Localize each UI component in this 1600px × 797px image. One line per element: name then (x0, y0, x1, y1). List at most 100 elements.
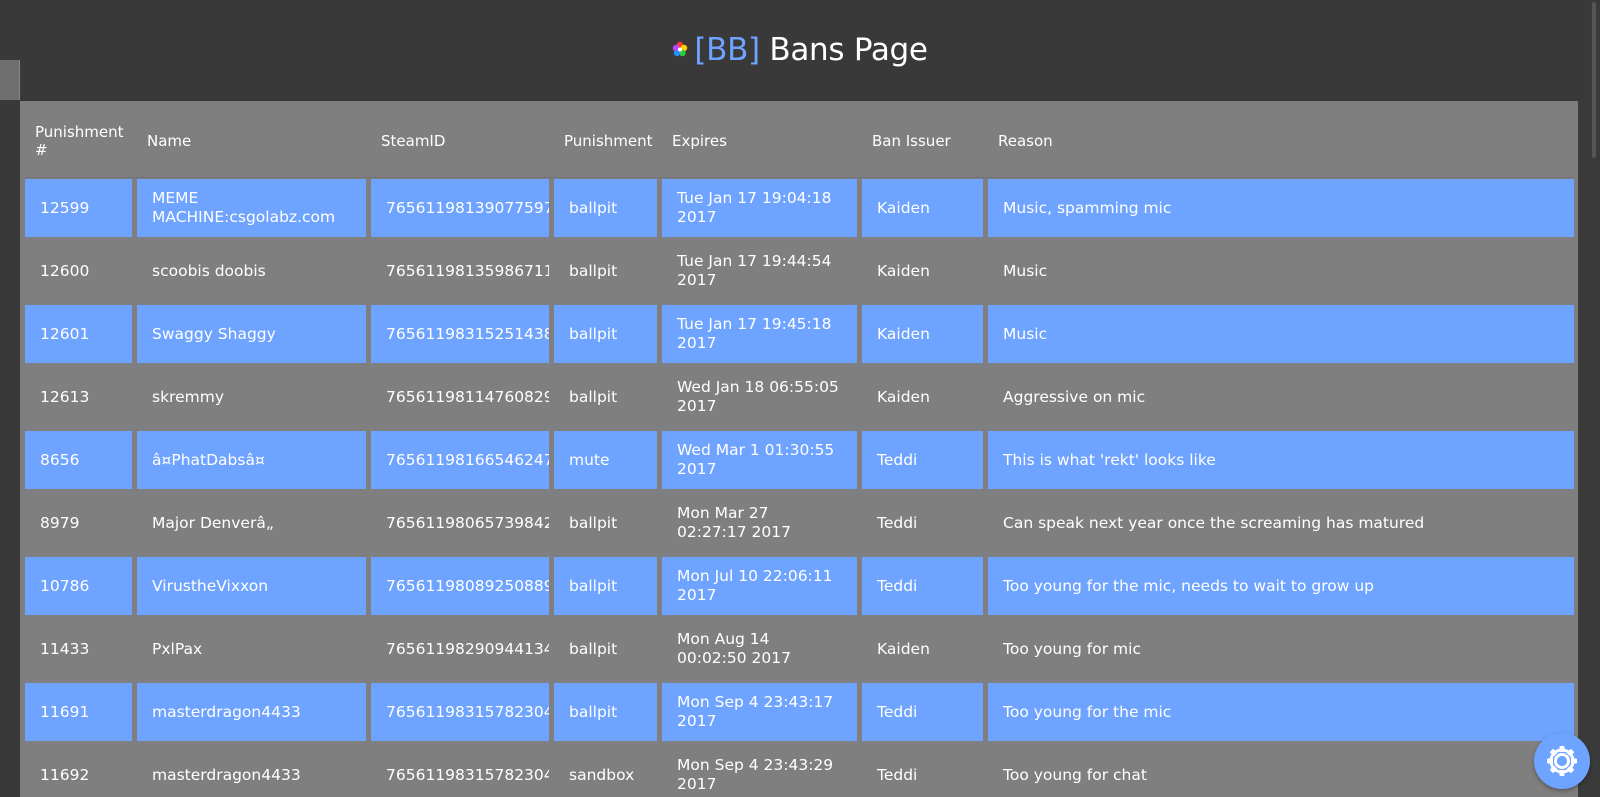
table-row[interactable]: 12601 Swaggy Shaggy 76561198315251438 ba… (25, 305, 1574, 363)
table-row[interactable]: 11692 masterdragon4433 76561198315782304… (25, 746, 1574, 797)
cell-punishment: ballpit (554, 179, 657, 237)
cell-punishment: ballpit (569, 387, 618, 406)
cell-expires: Tue Jan 17 19:45:18 2017 (662, 305, 857, 363)
cell-steamid: 76561198166546247 (371, 431, 549, 489)
panel-edge (1578, 101, 1588, 797)
cell-name: scoobis doobis (152, 261, 266, 280)
cell-expires: Mon Sep 4 23:43:17 2017 (662, 683, 857, 741)
cell-steamid: 76561198290944134 (386, 639, 549, 658)
cell-punishment: ballpit (554, 305, 657, 363)
cell-steamid: 76561198315782304 (386, 765, 549, 784)
cell-name: masterdragon4433 (152, 765, 301, 784)
table-row[interactable]: 12600 scoobis doobis 76561198135986711 b… (25, 242, 1574, 300)
cell-reason: Music, spamming mic (988, 179, 1574, 237)
colorful-logo-icon (673, 41, 688, 56)
cell-steamid: 76561198065739842 (386, 513, 549, 532)
cell-reason: Too young for the mic, needs to wait to … (988, 557, 1574, 615)
cell-punishment: ballpit (569, 639, 618, 658)
column-header-steamid[interactable]: SteamID (371, 106, 549, 174)
cell-expires: Mon Jul 10 22:06:11 2017 (662, 557, 857, 615)
cell-punishment-number: 10786 (25, 557, 132, 615)
title-text: Bans Page (759, 32, 928, 68)
table-row[interactable]: 8656 â¤PhatDabsâ¤ 76561198166546247 mute… (25, 431, 1574, 489)
bans-table: Punishment # Name SteamID Punishment Exp… (20, 101, 1578, 797)
cell-name: skremmy (152, 387, 224, 406)
cell-reason: Too young for chat (1003, 765, 1147, 784)
cell-punishment-number: 11692 (40, 765, 90, 784)
cell-punishment-number: 12600 (40, 261, 90, 280)
title-tag: [BB] (694, 32, 760, 68)
column-header-punishment[interactable]: Punishment (554, 106, 657, 174)
cell-steamid: 76561198135986711 (386, 261, 549, 280)
cell-name: masterdragon4433 (137, 683, 366, 741)
page-header: [BB] Bans Page (0, 0, 1600, 100)
cell-ban-issuer: Kaiden (877, 387, 930, 406)
cell-punishment: ballpit (554, 557, 657, 615)
scrollbar-thumb[interactable] (1592, 2, 1596, 158)
cell-punishment: ballpit (554, 683, 657, 741)
cell-steamid: 76561198315782304 (371, 683, 549, 741)
column-header-name[interactable]: Name (137, 106, 366, 174)
cell-name: PxlPax (152, 639, 203, 658)
column-header-reason[interactable]: Reason (988, 106, 1574, 174)
cell-expires: Wed Jan 18 06:55:05 2017 (677, 378, 839, 415)
cell-punishment-number: 12613 (40, 387, 90, 406)
cell-expires: Tue Jan 17 19:04:18 2017 (662, 179, 857, 237)
cell-ban-issuer: Teddi (877, 513, 918, 532)
cell-punishment-number: 8979 (40, 513, 80, 532)
bans-table-panel: Punishment # Name SteamID Punishment Exp… (20, 101, 1578, 797)
cell-punishment: ballpit (569, 261, 618, 280)
cell-name: MEME MACHINE:csgolabz.com (137, 179, 366, 237)
table-row[interactable]: 11691 masterdragon4433 76561198315782304… (25, 683, 1574, 741)
table-row[interactable]: 12613 skremmy 76561198114760829 ballpit … (25, 368, 1574, 426)
settings-button[interactable] (1534, 733, 1590, 789)
cell-ban-issuer: Teddi (862, 683, 983, 741)
cell-reason: Music (988, 305, 1574, 363)
cell-steamid: 76561198089250889 (371, 557, 549, 615)
cell-punishment-number: 12601 (25, 305, 132, 363)
table-row[interactable]: 8979 Major Denverâ„ 76561198065739842 ba… (25, 494, 1574, 552)
cell-ban-issuer: Teddi (877, 765, 918, 784)
cell-ban-issuer: Kaiden (862, 179, 983, 237)
cell-ban-issuer: Kaiden (877, 639, 930, 658)
cell-expires: Mon Mar 27 02:27:17 2017 (677, 504, 791, 541)
table-row[interactable]: 10786 VirustheVixxon 76561198089250889 b… (25, 557, 1574, 615)
cell-ban-issuer: Teddi (862, 557, 983, 615)
table-row[interactable]: 11433 PxlPax 76561198290944134 ballpit M… (25, 620, 1574, 678)
bans-page: [BB] Bans Page Punishment # Name SteamID (0, 0, 1600, 797)
cell-punishment-number: 11433 (40, 639, 90, 658)
page-scrollbar[interactable] (1590, 0, 1598, 797)
cell-reason: This is what 'rekt' looks like (988, 431, 1574, 489)
table-row[interactable]: 12599 MEME MACHINE:csgolabz.com 76561198… (25, 179, 1574, 237)
cell-name: Swaggy Shaggy (137, 305, 366, 363)
cell-ban-issuer: Teddi (862, 431, 983, 489)
cell-reason: Can speak next year once the screaming h… (1003, 513, 1425, 532)
cell-expires: Tue Jan 17 19:44:54 2017 (677, 252, 832, 289)
cell-steamid: 76561198114760829 (386, 387, 549, 406)
column-header-punishment-number[interactable]: Punishment # (25, 106, 132, 174)
column-header-expires[interactable]: Expires (662, 106, 857, 174)
cell-reason: Too young for the mic (988, 683, 1574, 741)
cell-name: â¤PhatDabsâ¤ (137, 431, 366, 489)
cell-ban-issuer: Kaiden (862, 305, 983, 363)
cell-punishment: sandbox (569, 765, 635, 784)
gear-icon (1547, 746, 1577, 776)
cell-punishment: mute (554, 431, 657, 489)
column-header-ban-issuer[interactable]: Ban Issuer (862, 106, 983, 174)
cell-expires: Mon Sep 4 23:43:29 2017 (677, 756, 834, 793)
cell-steamid: 76561198139077597 (371, 179, 549, 237)
table-header-row: Punishment # Name SteamID Punishment Exp… (25, 106, 1574, 174)
cell-punishment: ballpit (569, 513, 618, 532)
cell-expires: Mon Aug 14 00:02:50 2017 (677, 630, 791, 667)
cell-ban-issuer: Kaiden (877, 261, 930, 280)
cell-reason: Music (1003, 261, 1048, 280)
cell-punishment-number: 12599 (25, 179, 132, 237)
cell-name: Major Denverâ„ (152, 513, 274, 532)
cell-punishment-number: 11691 (25, 683, 132, 741)
side-drawer-handle[interactable] (0, 60, 20, 100)
page-title: [BB] Bans Page (0, 28, 1600, 72)
cell-steamid: 76561198315251438 (371, 305, 549, 363)
cell-reason: Aggressive on mic (1003, 387, 1146, 406)
cell-punishment-number: 8656 (25, 431, 132, 489)
cell-expires: Wed Mar 1 01:30:55 2017 (662, 431, 857, 489)
